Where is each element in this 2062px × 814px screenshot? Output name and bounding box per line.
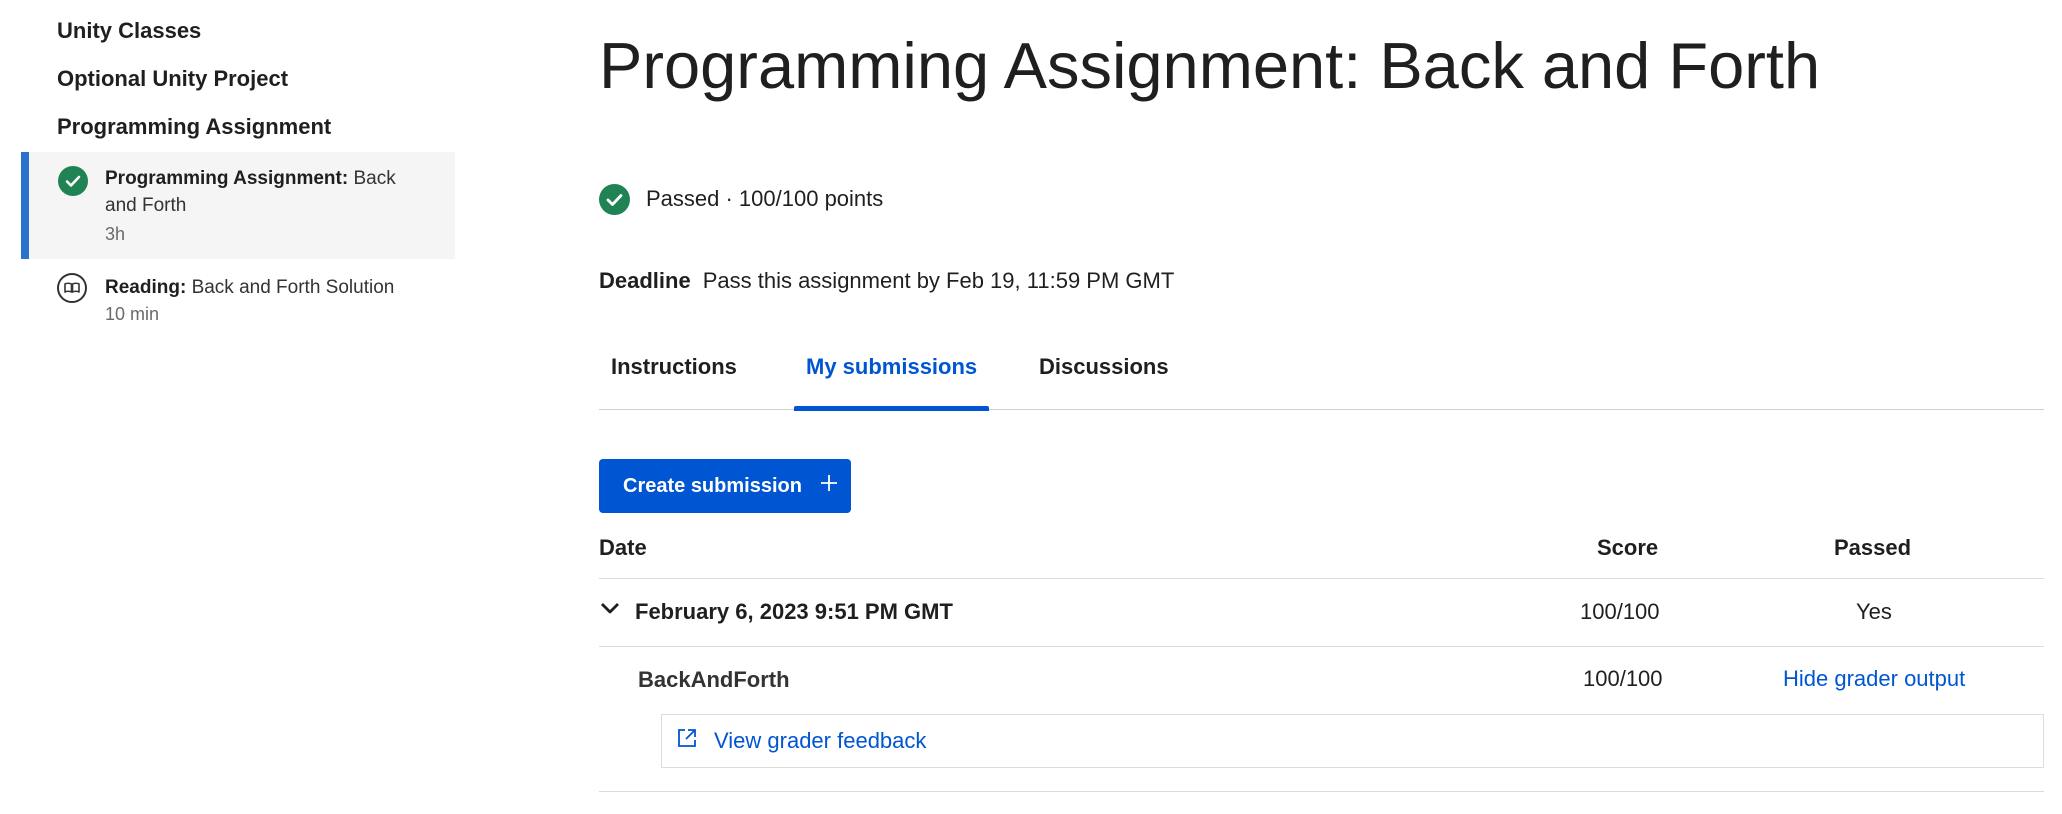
plus-icon <box>820 474 838 498</box>
deadline-label: Deadline <box>599 268 691 293</box>
status-text: Passed · 100/100 points <box>646 186 884 211</box>
tab-discussions[interactable]: Discussions <box>1039 338 1169 410</box>
item-duration: 10 min <box>105 304 160 324</box>
hide-grader-output-link[interactable]: Hide grader output <box>1783 666 1965 692</box>
part-score: 100/100 <box>1583 666 1663 691</box>
submission-passed: Yes <box>1856 599 1892 624</box>
page-title: Programming Assignment: Back and Forth <box>599 29 1821 102</box>
submission-row[interactable]: February 6, 2023 9:51 PM GMT 100/100 Yes <box>599 579 2044 647</box>
submission-date: February 6, 2023 9:51 PM GMT <box>635 599 953 624</box>
item-type-label: Programming Assignment: <box>105 168 349 189</box>
sidebar: Unity Classes Optional Unity Project Pro… <box>0 0 460 814</box>
divider <box>599 791 2044 792</box>
table-header: Date Score Passed <box>599 525 2044 579</box>
sidebar-item-reading[interactable]: Reading: Back and Forth Solution 10 min <box>21 270 455 336</box>
book-icon <box>57 273 87 303</box>
view-grader-feedback-link[interactable]: View grader feedback <box>714 728 926 754</box>
submission-score: 100/100 <box>1580 599 1660 624</box>
sidebar-heading-unity-classes[interactable]: Unity Classes <box>57 18 201 44</box>
create-submission-button[interactable]: Create submission <box>599 459 851 513</box>
part-name: BackAndForth <box>638 667 790 692</box>
main-content: Programming Assignment: Back and Forth P… <box>599 0 2044 814</box>
tab-bar: Instructions My submissions Discussions <box>599 338 2044 411</box>
column-date: Date <box>599 535 647 560</box>
check-circle-icon <box>599 183 630 215</box>
tab-my-submissions[interactable]: My submissions <box>793 338 990 411</box>
item-type-label: Reading: <box>105 277 187 298</box>
tab-instructions[interactable]: Instructions <box>611 338 737 410</box>
column-score: Score <box>1597 535 1659 560</box>
chevron-down-icon[interactable] <box>599 597 621 625</box>
sidebar-item-programming-assignment[interactable]: Programming Assignment: Back and Forth 3… <box>21 152 455 259</box>
external-link-icon[interactable] <box>676 727 698 755</box>
sidebar-item-label: Programming Assignment: Back and Forth <box>105 165 405 219</box>
item-duration: 3h <box>105 224 126 244</box>
deadline-text: Pass this assignment by Feb 19, 11:59 PM… <box>702 268 1175 293</box>
sidebar-heading-programming-assignment[interactable]: Programming Assignment <box>57 114 331 140</box>
sidebar-item-label: Reading: Back and Forth Solution <box>105 274 445 301</box>
deadline: Deadline Pass this assignment by Feb 19, … <box>599 268 1174 294</box>
sidebar-heading-optional-project[interactable]: Optional Unity Project <box>57 66 288 92</box>
grader-feedback-box: View grader feedback <box>661 714 2044 768</box>
item-title: Back and Forth Solution <box>191 277 395 298</box>
column-passed: Passed <box>1834 535 1912 560</box>
create-submission-label: Create submission <box>623 474 802 497</box>
status-row: Passed · 100/100 points <box>599 182 883 216</box>
check-circle-icon <box>58 166 88 196</box>
